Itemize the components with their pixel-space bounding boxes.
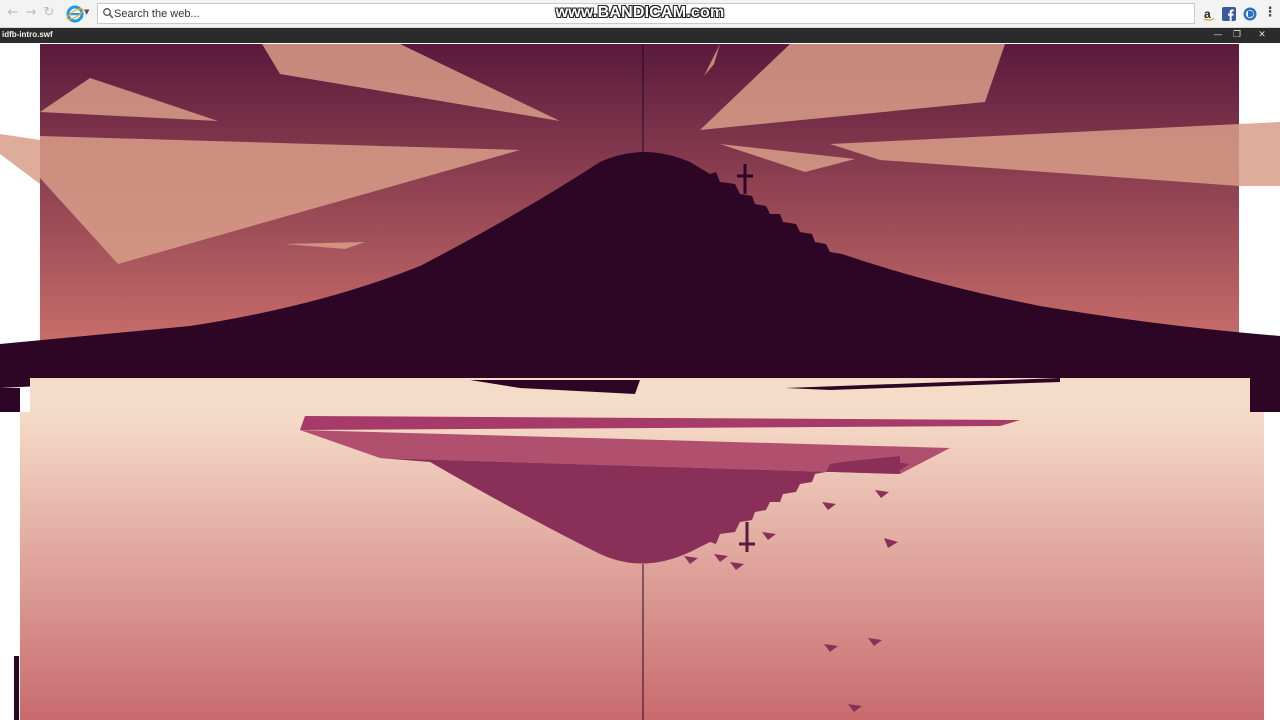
left-edge-shadow xyxy=(0,388,20,412)
restore-icon[interactable]: ❐ xyxy=(1229,28,1245,43)
corner-post xyxy=(14,656,19,720)
search-icon xyxy=(103,8,114,19)
ie-dropdown-icon[interactable]: ▼ xyxy=(84,8,89,16)
ie-logo-icon[interactable] xyxy=(66,5,84,23)
search-box[interactable] xyxy=(97,3,1195,24)
ebay-icon[interactable] xyxy=(1243,7,1257,21)
menu-icon[interactable]: ⋮ xyxy=(1263,6,1277,20)
shoreline-foam xyxy=(30,378,1250,412)
close-icon[interactable]: ✕ xyxy=(1254,28,1270,43)
flash-animation-stage xyxy=(0,44,1280,720)
refresh-icon[interactable]: ↻ xyxy=(42,6,56,20)
player-titlebar: idfb-intro.swf — ❐ ✕ xyxy=(0,28,1280,43)
amazon-icon[interactable]: a xyxy=(1202,7,1216,21)
player-title: idfb-intro.swf xyxy=(2,30,53,39)
forward-arrow-icon[interactable]: → xyxy=(24,6,38,20)
facebook-icon[interactable] xyxy=(1222,7,1236,21)
back-arrow-icon[interactable]: ← xyxy=(6,6,20,20)
search-input[interactable] xyxy=(114,4,1014,23)
minimize-icon[interactable]: — xyxy=(1210,28,1226,43)
browser-toolbar: ← → ↻ ▼ www.BANDICAM.com a ⋮ xyxy=(0,0,1280,28)
